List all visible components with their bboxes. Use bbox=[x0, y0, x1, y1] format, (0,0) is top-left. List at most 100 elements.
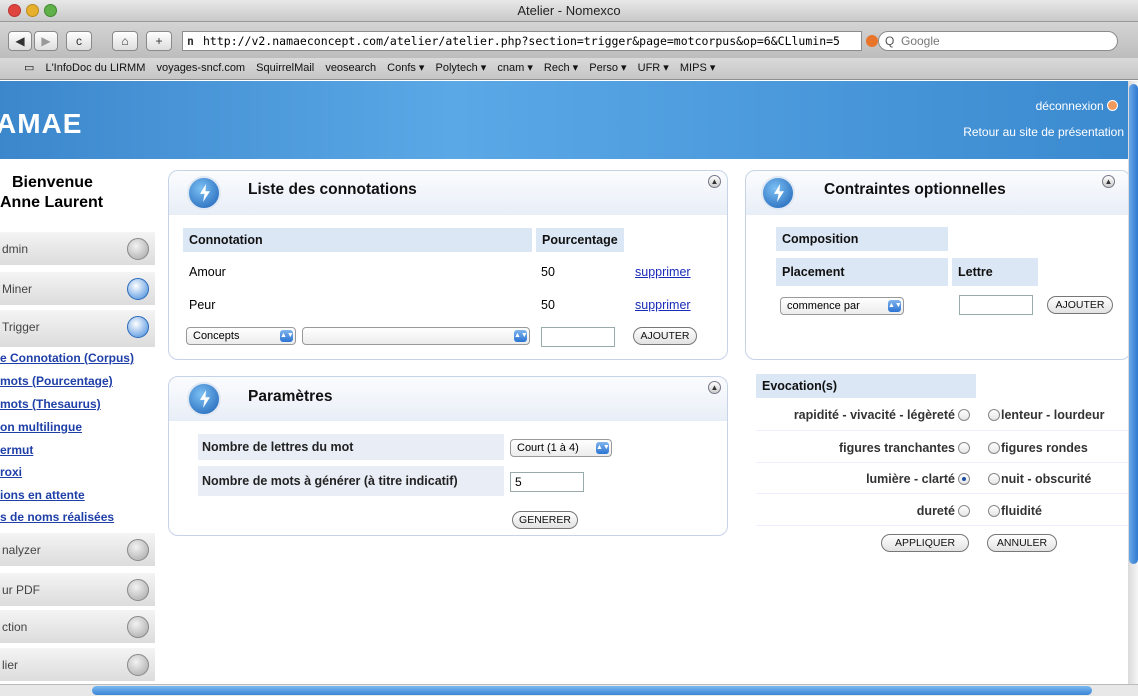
concept-value-select[interactable]: ▲▼ bbox=[302, 327, 530, 345]
bookmark-item[interactable]: Confs ▾ bbox=[387, 62, 424, 74]
back-button[interactable]: ◀ bbox=[8, 31, 32, 51]
bookmark-item[interactable]: voyages-sncf.com bbox=[156, 62, 245, 74]
home-button[interactable]: ⌂ bbox=[112, 31, 138, 51]
vertical-scroll-thumb[interactable] bbox=[1129, 84, 1138, 564]
evocation-left-label: figures tranchantes bbox=[838, 441, 955, 455]
site-favicon-icon: n bbox=[187, 34, 194, 48]
gear-icon bbox=[127, 654, 149, 676]
collapse-icon[interactable]: ▲ bbox=[708, 175, 721, 188]
evocation-right-label: nuit - obscurité bbox=[1001, 472, 1092, 486]
lettre-input[interactable] bbox=[959, 295, 1033, 315]
sidebar-link[interactable]: e Connotation (Corpus) bbox=[0, 351, 134, 365]
bookmark-item[interactable]: veosearch bbox=[325, 62, 376, 74]
composition-header: Composition bbox=[776, 227, 948, 251]
sidebar-item-pdf[interactable]: ur PDF bbox=[0, 573, 155, 607]
gear-icon bbox=[127, 238, 149, 260]
bookmarks-book-icon[interactable]: ▭ bbox=[24, 62, 34, 74]
panel-title: Liste des connotations bbox=[248, 181, 417, 198]
collapse-icon[interactable]: ▲ bbox=[1102, 175, 1115, 188]
sidebar-item-ction[interactable]: ction bbox=[0, 610, 155, 644]
evocation-right-label: lenteur - lourdeur bbox=[1001, 408, 1105, 422]
logout-label: déconnexion bbox=[1035, 99, 1104, 113]
add-connotation-button[interactable]: AJOUTER bbox=[633, 327, 697, 345]
bookmark-item[interactable]: cnam ▾ bbox=[497, 62, 532, 74]
sidebar-link[interactable]: on multilingue bbox=[0, 420, 82, 434]
bookmark-item[interactable]: SquirrelMail bbox=[256, 62, 314, 74]
search-input[interactable]: Q Google bbox=[878, 31, 1118, 51]
supprimer-link[interactable]: supprimer bbox=[635, 298, 691, 312]
evocation-left-radio[interactable] bbox=[958, 505, 970, 517]
evocation-left-radio[interactable] bbox=[958, 442, 970, 454]
document-icon bbox=[127, 539, 149, 561]
nombre-mots-input[interactable] bbox=[510, 472, 584, 492]
evocation-right-label: figures rondes bbox=[1001, 441, 1088, 455]
lightning-icon bbox=[187, 176, 221, 210]
add-contrainte-button[interactable]: AJOUTER bbox=[1047, 296, 1113, 314]
sidebar-link[interactable]: s de noms réalisées bbox=[0, 510, 114, 524]
logout-link[interactable]: déconnexion bbox=[1036, 99, 1118, 113]
search-icon: Q bbox=[885, 34, 895, 48]
sidebar-link[interactable]: mots (Pourcentage) bbox=[0, 374, 113, 388]
nombre-lettres-select[interactable]: Court (1 à 4) ▲▼ bbox=[510, 439, 612, 457]
sidebar-item-trigger[interactable]: Trigger bbox=[0, 310, 155, 348]
lettre-header: Lettre bbox=[952, 258, 1038, 286]
refresh-icon bbox=[127, 316, 149, 338]
evocation-right-label: fluidité bbox=[1001, 504, 1042, 518]
sidebar-link[interactable]: roxi bbox=[0, 465, 22, 479]
sidebar-item-analyzer[interactable]: nalyzer bbox=[0, 533, 155, 567]
retour-link[interactable]: Retour au site de présentation bbox=[963, 125, 1124, 139]
horizontal-scroll-thumb[interactable] bbox=[92, 686, 1092, 695]
sidebar-link[interactable]: ions en attente bbox=[0, 488, 85, 502]
evocation-right-radio[interactable] bbox=[988, 409, 1000, 421]
forward-button[interactable]: ▶ bbox=[34, 31, 58, 51]
sidebar-item-label: dmin bbox=[2, 242, 29, 256]
evocation-right-radio[interactable] bbox=[988, 442, 1000, 454]
power-icon bbox=[1107, 100, 1118, 111]
appliquer-button[interactable]: APPLIQUER bbox=[881, 534, 969, 552]
sidebar-item-atelier[interactable]: lier bbox=[0, 648, 155, 682]
evocation-left-label: lumière - clarté bbox=[866, 472, 955, 486]
pourcentage-input[interactable] bbox=[541, 327, 615, 347]
evocation-right-radio[interactable] bbox=[988, 473, 1000, 485]
rss-icon[interactable] bbox=[866, 35, 878, 47]
evocation-left-radio[interactable] bbox=[958, 473, 970, 485]
bookmark-item[interactable]: Polytech ▾ bbox=[436, 62, 487, 74]
placement-select[interactable]: commence par ▲▼ bbox=[780, 297, 904, 315]
label-nombre-lettres: Nombre de lettres du mot bbox=[198, 434, 504, 460]
evocation-left-label: rapidité - vivacité - légèreté bbox=[793, 408, 955, 422]
sidebar-item-label: nalyzer bbox=[2, 543, 41, 557]
reload-button[interactable]: c bbox=[66, 31, 92, 51]
window-title: Atelier - Nomexco bbox=[517, 3, 621, 18]
bookmark-item[interactable]: Rech ▾ bbox=[544, 62, 578, 74]
annuler-button[interactable]: ANNULER bbox=[987, 534, 1057, 552]
bookmark-item[interactable]: UFR ▾ bbox=[638, 62, 669, 74]
lightning-icon bbox=[761, 176, 795, 210]
document-icon bbox=[127, 616, 149, 638]
panel-title: Paramètres bbox=[248, 388, 333, 405]
collapse-icon[interactable]: ▲ bbox=[708, 381, 721, 394]
sidebar-link[interactable]: mots (Thesaurus) bbox=[0, 397, 101, 411]
sidebar-item-label: lier bbox=[2, 658, 19, 672]
bookmark-item[interactable]: L'InfoDoc du LIRMM bbox=[45, 62, 145, 74]
evocation-header: Evocation(s) bbox=[756, 374, 976, 398]
supprimer-link[interactable]: supprimer bbox=[635, 265, 691, 279]
sidebar-link[interactable]: ermut bbox=[0, 443, 33, 457]
bookmark-item[interactable]: MIPS ▾ bbox=[680, 62, 715, 74]
pourcentage-cell: 50 bbox=[541, 265, 555, 279]
evocation-right-radio[interactable] bbox=[988, 505, 1000, 517]
bookmark-item[interactable]: Perso ▾ bbox=[589, 62, 626, 74]
evocation-left-radio[interactable] bbox=[958, 409, 970, 421]
page-header bbox=[0, 81, 1130, 159]
concepts-select[interactable]: Concepts ▲▼ bbox=[186, 327, 296, 345]
sidebar-item-miner[interactable]: Miner bbox=[0, 272, 155, 306]
pourcentage-cell: 50 bbox=[541, 298, 555, 312]
column-header-connotation: Connotation bbox=[183, 228, 532, 252]
sidebar-item-admin[interactable]: dmin bbox=[0, 232, 155, 266]
generer-button[interactable]: GENERER bbox=[512, 511, 578, 529]
connotation-cell: Amour bbox=[189, 265, 226, 279]
address-bar[interactable]: n http://v2.namaeconcept.com/atelier/ate… bbox=[182, 31, 862, 51]
add-bookmark-button[interactable]: + bbox=[146, 31, 172, 51]
sidebar-item-label: ur PDF bbox=[2, 583, 41, 597]
select-value: commence par bbox=[787, 300, 860, 312]
gear-icon bbox=[127, 278, 149, 300]
